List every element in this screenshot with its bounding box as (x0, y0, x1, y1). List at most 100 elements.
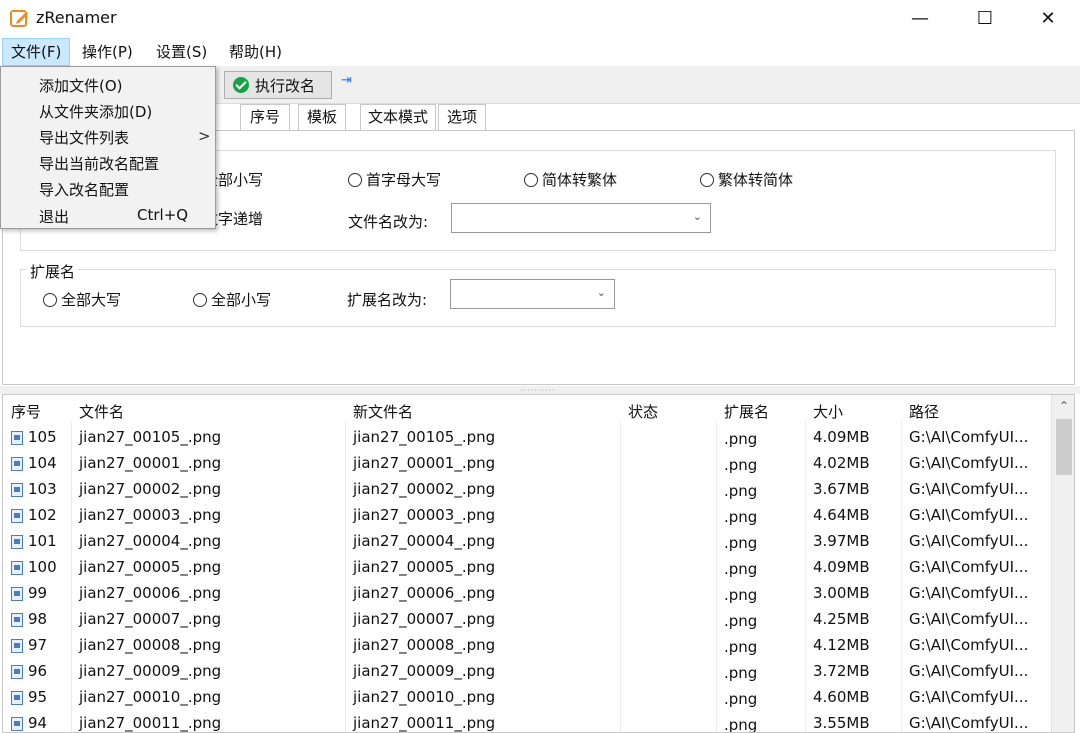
menu-file[interactable]: 文件(F) (2, 38, 71, 66)
table-row[interactable]: 94 jian27_00011_.png jian27_00011_.png .… (3, 711, 1049, 732)
minimize-button[interactable]: — (890, 0, 950, 36)
radio-capitalize-first[interactable]: 首字母大写 (348, 169, 441, 190)
table-row[interactable]: 99 jian27_00006_.png jian27_00006_.png .… (3, 581, 1049, 607)
menu-settings[interactable]: 设置(S) (148, 38, 215, 66)
radio-simplified-to-traditional[interactable]: 简体转繁体 (524, 169, 617, 190)
execute-rename-button[interactable]: 执行改名 (224, 71, 332, 99)
submenu-arrow-icon: > (198, 127, 211, 145)
radio-extension-lowercase[interactable]: 全部小写 (193, 289, 271, 310)
menu-operate[interactable]: 操作(P) (74, 38, 141, 66)
extension-rename-label: 扩展名改为: (347, 291, 428, 309)
cell-new-filename: jian27_00011_.png (353, 714, 496, 732)
radio-extension-uppercase[interactable]: 全部大写 (43, 289, 121, 310)
cell-new-filename: jian27_00001_.png (353, 454, 496, 472)
table-row[interactable]: 97 jian27_00008_.png jian27_00008_.png .… (3, 633, 1049, 659)
cell-filename: jian27_00005_.png (79, 558, 222, 576)
tab-sequence[interactable]: 序号 (240, 104, 290, 130)
file-icon (11, 509, 23, 523)
cell-path: G:\AI\ComfyUI... (909, 610, 1029, 628)
table-row[interactable]: 98 jian27_00007_.png jian27_00007_.png .… (3, 607, 1049, 633)
table-row[interactable]: 95 jian27_00010_.png jian27_00010_.png .… (3, 685, 1049, 711)
cell-new-filename: jian27_00008_.png (353, 636, 496, 654)
menu-exit-shortcut: Ctrl+Q (137, 206, 189, 224)
cell-seq: 98 (28, 610, 48, 628)
table-row[interactable]: 101 jian27_00004_.png jian27_00004_.png … (3, 529, 1049, 555)
radio-extension-uppercase-label: 全部大写 (61, 291, 122, 309)
header-new-filename[interactable]: 新文件名 (353, 401, 413, 422)
cell-size: 3.72MB (813, 662, 870, 680)
table-row[interactable]: 103 jian27_00002_.png jian27_00002_.png … (3, 477, 1049, 503)
cell-size: 4.09MB (813, 428, 870, 446)
extension-rename-combo[interactable]: ⌄ (450, 279, 615, 309)
cell-seq: 96 (28, 662, 48, 680)
cell-seq: 101 (28, 532, 57, 550)
splitter-handle[interactable]: ·········· (0, 386, 1080, 395)
cell-path: G:\AI\ComfyUI... (909, 636, 1029, 654)
menu-exit[interactable]: 退出 (39, 206, 69, 227)
tab-text-mode[interactable]: 文本模式 (360, 104, 436, 130)
scroll-thumb[interactable] (1056, 419, 1072, 475)
cell-size: 4.64MB (813, 506, 870, 524)
table-row[interactable]: 105 jian27_00105_.png jian27_00105_.png … (3, 425, 1049, 451)
radio-traditional-to-simplified[interactable]: 繁体转简体 (700, 169, 793, 190)
tab-template[interactable]: 模板 (298, 104, 346, 130)
radio-simplified-to-traditional-label: 简体转繁体 (542, 171, 618, 189)
cell-extension: .png (724, 456, 758, 474)
table-row[interactable]: 96 jian27_00009_.png jian27_00009_.png .… (3, 659, 1049, 685)
table-row[interactable]: 104 jian27_00001_.png jian27_00001_.png … (3, 451, 1049, 477)
cell-filename: jian27_00011_.png (79, 714, 222, 732)
vertical-scrollbar[interactable]: ⌃ (1051, 395, 1074, 732)
maximize-button[interactable]: ☐ (955, 0, 1015, 36)
tab-options[interactable]: 选项 (438, 104, 486, 130)
chevron-down-icon: ⌄ (692, 210, 702, 223)
file-icon (11, 457, 23, 471)
header-size[interactable]: 大小 (813, 401, 843, 422)
app-logo-icon (10, 10, 28, 27)
pin-icon[interactable]: ⇥ (341, 73, 352, 88)
cell-filename: jian27_00001_.png (79, 454, 222, 472)
cell-extension: .png (724, 534, 758, 552)
cell-size: 4.60MB (813, 688, 870, 706)
chevron-down-icon: ⌄ (596, 286, 606, 299)
header-filename[interactable]: 文件名 (79, 401, 124, 422)
cell-seq: 105 (28, 428, 57, 446)
cell-size: 4.02MB (813, 454, 870, 472)
execute-rename-label: 执行改名 (255, 76, 316, 95)
radio-circle (193, 292, 207, 307)
header-path[interactable]: 路径 (909, 401, 939, 422)
table-row[interactable]: 102 jian27_00003_.png jian27_00003_.png … (3, 503, 1049, 529)
cell-size: 4.12MB (813, 636, 870, 654)
menu-export-file-list[interactable]: 导出文件列表 (39, 127, 129, 148)
header-seq[interactable]: 序号 (11, 401, 41, 422)
cell-new-filename: jian27_00005_.png (353, 558, 496, 576)
scroll-up-icon[interactable]: ⌃ (1052, 399, 1074, 413)
cell-extension: .png (724, 482, 758, 500)
cell-filename: jian27_00007_.png (79, 610, 222, 628)
title-bar: zRenamer — ☐ ✕ (0, 0, 1080, 38)
table-row[interactable]: 100 jian27_00005_.png jian27_00005_.png … (3, 555, 1049, 581)
menu-import-rename-config[interactable]: 导入改名配置 (39, 179, 129, 200)
filename-rename-combo[interactable]: ⌄ (451, 203, 711, 233)
cell-extension: .png (724, 664, 758, 682)
menu-add-from-folder[interactable]: 从文件夹添加(D) (39, 101, 152, 122)
cell-extension: .png (724, 638, 758, 656)
header-status[interactable]: 状态 (628, 401, 658, 422)
menu-help[interactable]: 帮助(H) (221, 38, 290, 66)
menu-add-files[interactable]: 添加文件(O) (39, 75, 123, 96)
file-icon (11, 561, 23, 575)
file-icon (11, 691, 23, 705)
close-button[interactable]: ✕ (1018, 0, 1078, 36)
cell-size: 3.67MB (813, 480, 870, 498)
header-extension[interactable]: 扩展名 (724, 401, 769, 422)
menu-export-rename-config[interactable]: 导出当前改名配置 (39, 153, 159, 174)
file-icon (11, 483, 23, 497)
app-title: zRenamer (36, 8, 117, 27)
cell-size: 4.09MB (813, 558, 870, 576)
radio-extension-lowercase-label: 全部小写 (211, 291, 272, 309)
radio-circle (524, 172, 538, 187)
cell-extension: .png (724, 430, 758, 448)
file-icon (11, 587, 23, 601)
file-icon (11, 431, 23, 445)
file-icon (11, 613, 23, 627)
file-icon (11, 665, 23, 679)
